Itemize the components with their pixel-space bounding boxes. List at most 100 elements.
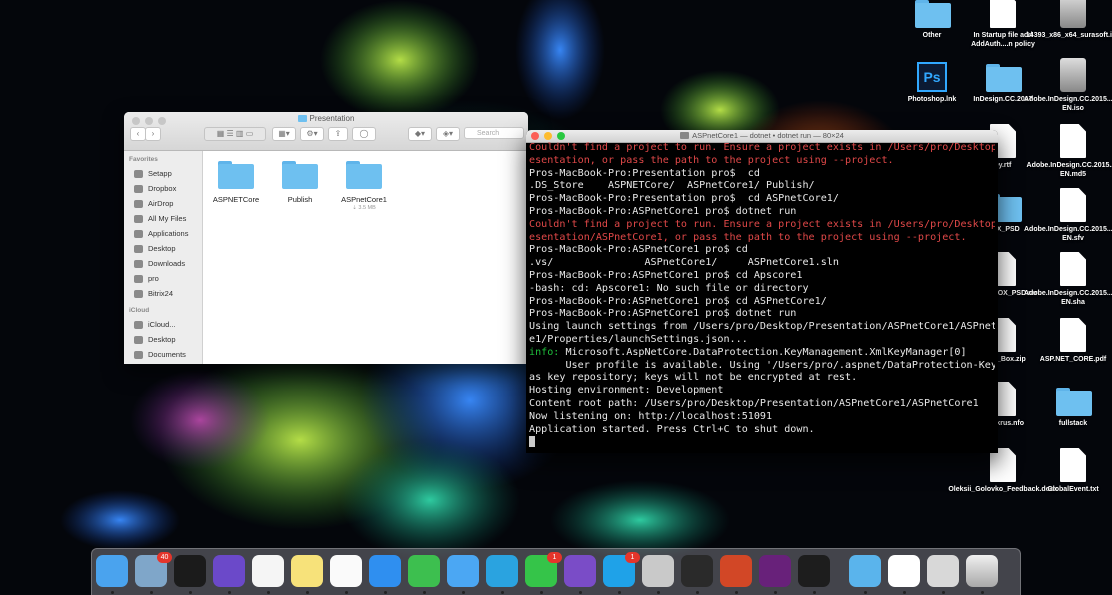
desktop-icon[interactable]: Adobe.InDesign.CC.2015....-EN.md5 — [1027, 118, 1112, 179]
siri-icon[interactable] — [213, 555, 245, 587]
terminal-line: Couldn't find a project to run. Ensure a… — [529, 218, 995, 230]
terminal-line: Content root path: /Users/pro/Desktop/Pr… — [529, 397, 979, 409]
sidebar-item-downloads[interactable]: Downloads — [124, 256, 202, 271]
sidebar-item-label: AirDrop — [148, 199, 174, 208]
terminal-line: Couldn't find a project to run. Ensure a… — [529, 142, 995, 153]
forward-button[interactable]: › — [145, 127, 161, 141]
telegram-icon[interactable] — [486, 555, 518, 587]
sidebar-item-label: Applications — [148, 229, 189, 238]
sidebar-item-all-my-files[interactable]: All My Files — [124, 211, 202, 226]
desktop-icon[interactable]: Other — [892, 0, 972, 40]
search-placeholder: Search — [477, 130, 500, 137]
notification-badge: 40 — [157, 552, 172, 563]
dropbox-icon[interactable]: ◆▾ — [408, 127, 432, 141]
terminal-window[interactable]: ASPnetCore1 — dotnet • dotnet run — 80×2… — [526, 130, 998, 453]
icloud-list: iCloud... Desktop Documents — [124, 317, 202, 362]
desktop-icon[interactable]: Adobe.InDesign.CC.2015....U-EN.sfv — [1024, 182, 1112, 243]
desktop-icon-label: 14393_x86_x64_surasoft.iso — [1025, 32, 1112, 39]
sidebar-item-bitrix24[interactable]: Bitrix24 — [124, 286, 202, 301]
tag-icon[interactable]: ◯ — [352, 127, 376, 141]
finder-folder-item[interactable]: ASPnetCore1 ⇣ 3.5 MB — [334, 161, 394, 211]
terminal-icon[interactable] — [174, 555, 206, 587]
desktop-icon[interactable]: Adobe.InDesign.CC.2015....U-EN.sha — [1024, 246, 1112, 307]
folder-name: ASPNETCore — [212, 195, 260, 204]
finder-window[interactable]: Presentation ‹ › ▦ ☰ ▥ ▭ ▦▾ ⚙▾ ⇪ ◯ ◆▾ ◈▾… — [124, 112, 528, 364]
desktop-icon-label: Photoshop.lnk — [907, 96, 957, 103]
parallels-icon[interactable] — [642, 555, 674, 587]
dotnet-stack-icon[interactable] — [888, 555, 920, 587]
trash-icon[interactable] — [966, 555, 998, 587]
sidebar-item-icon — [134, 199, 143, 208]
folder-name: Publish — [287, 195, 313, 204]
desktop-icon[interactable]: 14393_x86_x64_surasoft.iso — [1026, 0, 1112, 40]
safari-icon[interactable] — [369, 555, 401, 587]
sidebar-item-icloud-documents[interactable]: Documents — [124, 347, 202, 362]
sidebar-item-icon — [134, 335, 143, 344]
search-input[interactable]: Search — [464, 127, 524, 139]
sidebar-item-setapp[interactable]: Setapp — [124, 166, 202, 181]
sidebar-item-icon — [134, 184, 143, 193]
mail-icon[interactable]: 40 — [135, 552, 172, 587]
reminders-icon[interactable] — [330, 555, 362, 587]
notification-badge: 1 — [547, 552, 562, 563]
document-icon — [1060, 124, 1086, 158]
terminal-line: as key repository; keys will not be encr… — [529, 372, 858, 384]
finder-icon[interactable] — [96, 555, 128, 587]
screen-stack-icon[interactable] — [927, 555, 959, 587]
whatsapp-icon[interactable]: 1 — [525, 552, 562, 587]
arrange-button[interactable]: ▦▾ — [272, 127, 296, 141]
desktop-icon[interactable]: GlobalEvent.txt — [1033, 442, 1112, 494]
downloads-stack-icon[interactable] — [849, 555, 881, 587]
notes-icon[interactable] — [291, 555, 323, 587]
view-mode-buttons[interactable]: ▦ ☰ ▥ ▭ — [204, 127, 266, 141]
sidebar-item-icloud-desktop[interactable]: Desktop — [124, 332, 202, 347]
finder-titlebar[interactable]: Presentation ‹ › ▦ ☰ ▥ ▭ ▦▾ ⚙▾ ⇪ ◯ ◆▾ ◈▾… — [124, 112, 528, 151]
sidebar-item-icon — [134, 259, 143, 268]
messages-icon[interactable] — [447, 555, 479, 587]
document-icon — [1060, 252, 1086, 286]
facetime-icon[interactable] — [408, 555, 440, 587]
folder-icon — [282, 161, 318, 189]
sidebar-item-pro[interactable]: pro — [124, 271, 202, 286]
share-icon[interactable]: ⇪ — [328, 127, 348, 141]
setapp-icon[interactable]: ◈▾ — [436, 127, 460, 141]
desktop-icon[interactable]: Adobe.InDesign.CC.2015....U-EN.iso — [1024, 52, 1112, 113]
document-icon — [1060, 448, 1086, 482]
sidebar-item-desktop[interactable]: Desktop — [124, 241, 202, 256]
terminal-line: .DS_Store ASPNETCore/ ASPnetCore1/ Publi… — [529, 180, 815, 192]
desktop-icon[interactable]: Ps Photoshop.lnk — [892, 52, 972, 104]
finder-content: ASPNETCore Publish ASPnetCore1 ⇣ 3.5 MB — [203, 151, 528, 364]
desktop-icon-label: Adobe.InDesign.CC.2015....U-EN.sfv — [1023, 226, 1112, 242]
terminal-line: -bash: cd: Apscore1: No such file or dir… — [529, 282, 809, 294]
windows-app-icon[interactable] — [681, 555, 713, 587]
viber-icon[interactable] — [564, 555, 596, 587]
favorites-header: Favorites — [129, 156, 158, 163]
desktop-icon-label: fullstack — [1058, 420, 1088, 427]
info-tag: info: — [529, 346, 560, 358]
favorites-list: Setapp Dropbox AirDrop All My Files Applicat… — [124, 166, 202, 301]
dock: 40 1 1 — [91, 548, 1021, 595]
skype-icon[interactable]: 1 — [603, 552, 640, 587]
desktop-icon[interactable]: ASP.NET_CORE.pdf — [1033, 312, 1112, 364]
desktop-icon-label: ASP.NET_CORE.pdf — [1039, 356, 1107, 363]
quicktime-icon[interactable] — [798, 555, 830, 587]
sidebar-item-label: Downloads — [148, 259, 186, 268]
disk-image-icon — [1060, 58, 1086, 92]
sidebar-item-applications[interactable]: Applications — [124, 226, 202, 241]
finder-folder-item[interactable]: Publish — [270, 161, 330, 204]
visual-studio-icon[interactable] — [759, 555, 791, 587]
finder-folder-item[interactable]: ASPNETCore — [206, 161, 266, 204]
terminal-title-text: ASPnetCore1 — dotnet • dotnet run — 80×2… — [692, 131, 844, 140]
sidebar-item-icloud-icloud[interactable]: iCloud... — [124, 317, 202, 332]
back-button[interactable]: ‹ — [130, 127, 146, 141]
desktop-icon[interactable]: fullstack — [1033, 376, 1112, 428]
photos-icon[interactable] — [252, 555, 284, 587]
sidebar-item-label: Documents — [148, 350, 186, 359]
sidebar-item-airdrop[interactable]: AirDrop — [124, 196, 202, 211]
gear-icon[interactable]: ⚙▾ — [300, 127, 324, 141]
powerpoint-icon[interactable] — [720, 555, 752, 587]
terminal-output[interactable]: Couldn't find a project to run. Ensure a… — [529, 142, 995, 453]
sidebar-item-icon — [134, 350, 143, 359]
sidebar-item-dropbox[interactable]: Dropbox — [124, 181, 202, 196]
desktop-icon[interactable]: In Startup file add AddAuth....n policy — [963, 0, 1043, 49]
